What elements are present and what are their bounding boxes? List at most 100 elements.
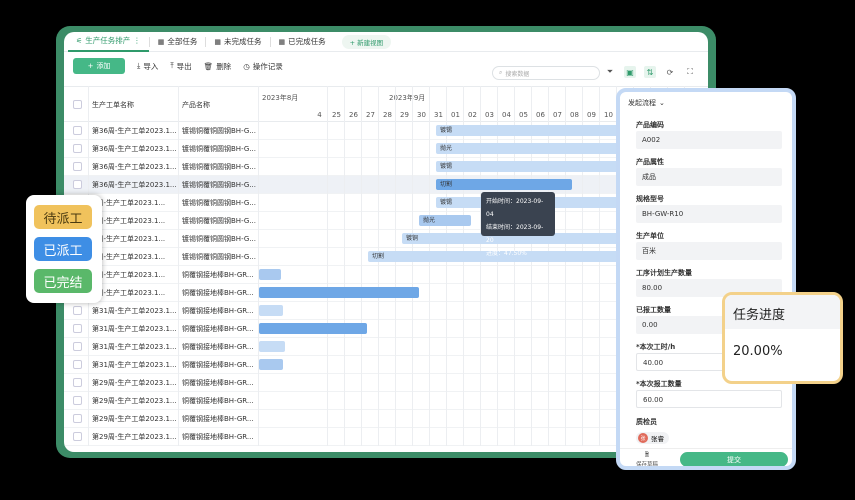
tab-unfinished-tasks[interactable]: ▦ 未完成任务 [206, 32, 269, 52]
row-checkbox[interactable] [73, 414, 82, 423]
table-icon: ▦ [278, 37, 286, 46]
row-checkbox[interactable] [73, 396, 82, 405]
gantt-bar[interactable] [259, 305, 283, 316]
gantt-bar[interactable] [259, 269, 281, 280]
field-value-input[interactable]: A002 [636, 131, 782, 149]
trash-icon: 🗑 [203, 61, 214, 71]
chevron-down-icon: ⌄ [659, 99, 665, 107]
new-view-button[interactable]: + 新建视图 [341, 34, 392, 49]
table-row[interactable]: 第31周-生产工单2023.1... 铜覆钢接地棒BH-GR... [64, 302, 708, 320]
row-checkbox[interactable] [73, 144, 82, 153]
day-label: 29 [400, 111, 409, 119]
order-name-cell: 第29周-生产工单2023.1... [92, 415, 177, 423]
day-label: 05 [519, 111, 528, 119]
submit-button[interactable]: 提交 [680, 452, 788, 466]
table-row[interactable]: 第31周-生产工单2023.1... 铜覆钢接地棒BH-GR... [64, 320, 708, 338]
row-checkbox[interactable] [73, 324, 82, 333]
order-name-cell: 6周-生产工单2023.1... [92, 217, 166, 225]
more-icon[interactable]: ⋮ [133, 36, 141, 45]
add-button[interactable]: + 添加 [73, 58, 125, 74]
field-label: 生产单位 [636, 232, 664, 240]
status-chip-pending[interactable]: 待派工 [34, 205, 92, 229]
import-button[interactable]: ⤓ 导入 [137, 61, 158, 72]
gantt-bar[interactable]: 抛光 [436, 143, 626, 154]
table-row[interactable]: 1周-生产工单2023.1... 铜覆钢接地棒BH-GR... [64, 266, 708, 284]
gantt-bar[interactable]: 镀锡 [436, 161, 626, 172]
import-label: 导入 [143, 61, 159, 71]
product-name-cell: 铜覆钢接地棒BH-GR... [182, 325, 254, 333]
row-checkbox[interactable] [73, 306, 82, 315]
gantt-bar[interactable] [259, 341, 285, 352]
table-row[interactable]: 第29周-生产工单2023.1... 铜覆钢接地棒BH-GR... [64, 410, 708, 428]
delete-label: 删除 [216, 61, 232, 71]
row-checkbox[interactable] [73, 378, 82, 387]
grid-line [582, 86, 583, 446]
table-row[interactable]: 第29周-生产工单2023.1... 铜覆钢接地棒BH-GR... [64, 374, 708, 392]
column-header-product[interactable]: 产品名称 [182, 100, 260, 110]
gantt-bar[interactable]: 切割 [436, 179, 572, 190]
sort-icon[interactable]: ⇅ [644, 66, 656, 78]
field-label: *本次报工数量 [636, 380, 682, 388]
operation-log-button[interactable]: ◷ 操作记录 [243, 61, 283, 72]
grid-line [514, 86, 515, 446]
month-label: 2023年8月 [262, 94, 299, 102]
product-name-cell: 铜覆钢接地棒BH-GR... [182, 343, 254, 351]
row-checkbox[interactable] [73, 162, 82, 171]
status-chip-completed[interactable]: 已完结 [34, 269, 92, 293]
log-label: 操作记录 [252, 61, 283, 71]
export-button[interactable]: ⤒ 导出 [170, 61, 191, 72]
table-icon: ▦ [214, 37, 222, 46]
gantt-icon: ⚟ [76, 36, 83, 45]
bar-tooltip: 开始时间：2023-09-04 结束时间：2023-09-20 进度：47.50… [481, 192, 555, 257]
table-row[interactable]: 第29周-生产工单2023.1... 铜覆钢接地棒BH-GR... [64, 428, 708, 446]
row-checkbox[interactable] [73, 342, 82, 351]
field-value-input[interactable]: 百米 [636, 242, 782, 260]
row-checkbox[interactable] [73, 360, 82, 369]
grid-line [599, 86, 600, 446]
grid-line [548, 86, 549, 446]
product-name-cell: 镀锡铜覆铜圆钢BH-G... [182, 145, 256, 153]
save-draft-button[interactable]: 🗎 保存草稿 [636, 451, 658, 466]
field-value-input[interactable]: 60.00 [636, 390, 782, 408]
field-label: 工序计划生产数量 [636, 269, 692, 277]
gantt-bar[interactable]: 镀锡 [436, 125, 626, 136]
day-label: 06 [536, 111, 545, 119]
tab-label: 全部任务 [167, 37, 198, 46]
tab-production-schedule[interactable]: ⚟ 生产任务排产 ⋮ [68, 32, 149, 52]
table-row[interactable]: 第31周-生产工单2023.1... 铜覆钢接地棒BH-GR... [64, 338, 708, 356]
inspector-tag[interactable]: 张 张睿 [636, 432, 669, 444]
fullscreen-icon[interactable]: ⛶ [684, 66, 696, 78]
gantt-bar[interactable] [259, 359, 283, 370]
status-chip-dispatched[interactable]: 已派工 [34, 237, 92, 261]
refresh-icon[interactable]: ⟳ [664, 66, 676, 78]
filter-icon[interactable]: ⏷ [604, 66, 616, 78]
table-row[interactable]: 6周-生产工单2023.1... 镀锡铜覆铜圆钢BH-G... [64, 212, 708, 230]
table-row[interactable]: 第31周-生产工单2023.1... 铜覆钢接地棒BH-GR... [64, 356, 708, 374]
grid-line [378, 86, 379, 446]
day-label: 04 [502, 111, 511, 119]
day-label: 25 [332, 111, 341, 119]
field-value-input[interactable]: 成品 [636, 168, 782, 186]
delete-button[interactable]: 🗑 删除 [204, 61, 232, 72]
row-checkbox[interactable] [73, 432, 82, 441]
flow-select[interactable]: 发起流程 ⌄ [620, 92, 792, 114]
product-name-cell: 铜覆钢接地棒BH-GR... [182, 397, 254, 405]
product-name-cell: 铜覆钢接地棒BH-GR... [182, 415, 254, 423]
tab-finished-tasks[interactable]: ▦ 已完成任务 [271, 32, 334, 52]
field-value-input[interactable]: BH-GW-R10 [636, 205, 782, 223]
day-label: 27 [366, 111, 375, 119]
gantt-bar[interactable]: 抛光 [419, 215, 471, 226]
column-header-order[interactable]: 生产工单名称 [92, 100, 178, 110]
search-input[interactable]: ⌕ 搜索数据 [492, 66, 600, 80]
gantt-bar[interactable] [259, 323, 367, 334]
gantt-bar[interactable] [259, 287, 419, 298]
image-view-icon[interactable]: ▣ [624, 66, 636, 78]
row-checkbox[interactable] [73, 126, 82, 135]
table-row[interactable]: 第36周-生产工单2023.1... 镀锡铜覆铜圆钢BH-G... [64, 176, 708, 194]
day-label: 26 [349, 111, 358, 119]
table-row[interactable]: 第29周-生产工单2023.1... 铜覆钢接地棒BH-GR... [64, 392, 708, 410]
tab-all-tasks[interactable]: ▦ 全部任务 [150, 32, 206, 52]
select-all-checkbox[interactable] [73, 100, 82, 109]
panel-footer: 🗎 保存草稿 提交 [620, 448, 792, 466]
row-checkbox[interactable] [73, 180, 82, 189]
